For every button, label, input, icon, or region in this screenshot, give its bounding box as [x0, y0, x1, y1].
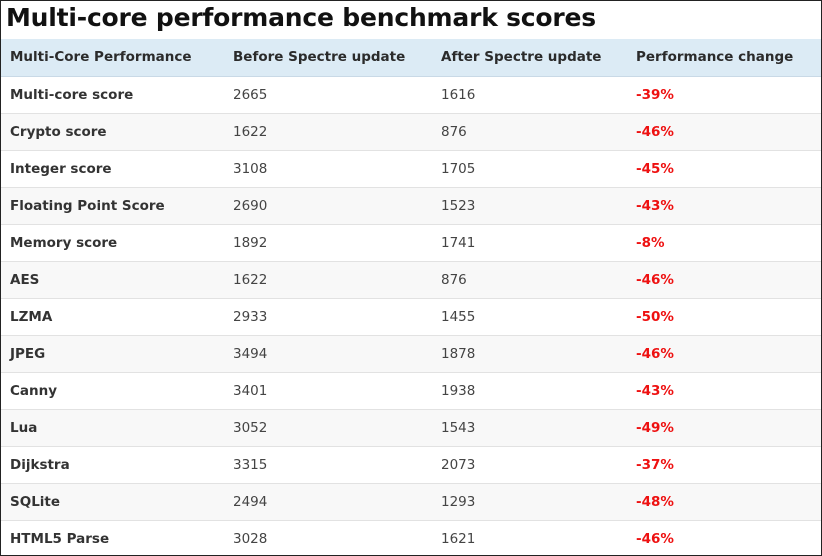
performance-change-cell: -48%: [636, 493, 674, 510]
after-score-cell: 2073: [441, 456, 476, 473]
performance-change-cell: -46%: [636, 271, 674, 288]
performance-change-cell: -50%: [636, 308, 674, 325]
page-frame: Multi-core performance benchmark scores …: [0, 0, 822, 556]
table-row: Memory score 1892 1741 -8%: [1, 224, 821, 261]
test-name-cell: Memory score: [10, 234, 118, 251]
after-score-cell: 1741: [441, 234, 476, 251]
after-score-cell: 1293: [441, 493, 476, 510]
before-score-cell: 2690: [233, 197, 268, 214]
table-row: Multi-core score 2665 1616 -39%: [1, 76, 821, 113]
before-score-cell: 3401: [233, 382, 268, 399]
test-name-cell: Crypto score: [10, 123, 107, 140]
before-score-cell: 1622: [233, 123, 268, 140]
performance-change-cell: -37%: [636, 456, 674, 473]
after-score-cell: 1621: [441, 530, 476, 547]
table-row: Floating Point Score 2690 1523 -43%: [1, 187, 821, 224]
table-row: Integer score 3108 1705 -45%: [1, 150, 821, 187]
after-score-cell: 1616: [441, 86, 476, 103]
performance-change-cell: -8%: [636, 234, 665, 251]
performance-change-cell: -46%: [636, 123, 674, 140]
table-row: Dijkstra 3315 2073 -37%: [1, 446, 821, 483]
table-row: Lua 3052 1543 -49%: [1, 409, 821, 446]
before-score-cell: 3108: [233, 160, 268, 177]
test-name-cell: AES: [10, 271, 40, 288]
after-score-cell: 1543: [441, 419, 476, 436]
after-score-cell: 1523: [441, 197, 476, 214]
page-title: Multi-core performance benchmark scores: [6, 3, 596, 32]
test-name-cell: Canny: [10, 382, 58, 399]
table-row: LZMA 2933 1455 -50%: [1, 298, 821, 335]
after-score-cell: 876: [441, 123, 467, 140]
table-row: SQLite 2494 1293 -48%: [1, 483, 821, 520]
performance-change-cell: -49%: [636, 419, 674, 436]
before-score-cell: 3052: [233, 419, 268, 436]
before-score-cell: 1892: [233, 234, 268, 251]
after-score-cell: 1455: [441, 308, 476, 325]
header-row: Multi-Core Performance Before Spectre up…: [1, 39, 821, 77]
test-name-cell: HTML5 Parse: [10, 530, 110, 547]
test-name-cell: Integer score: [10, 160, 112, 177]
before-score-cell: 2665: [233, 86, 268, 103]
table-header: Multi-Core Performance Before Spectre up…: [1, 39, 821, 77]
before-score-cell: 2494: [233, 493, 268, 510]
table-row: Canny 3401 1938 -43%: [1, 372, 821, 409]
test-name-cell: Dijkstra: [10, 456, 70, 473]
table-body: Multi-core score 2665 1616 -39% Crypto score…: [1, 76, 821, 555]
performance-change-cell: -46%: [636, 530, 674, 547]
column-header-test: Multi-Core Performance: [1, 39, 224, 77]
before-score-cell: 3315: [233, 456, 268, 473]
after-score-cell: 1938: [441, 382, 476, 399]
performance-change-cell: -45%: [636, 160, 674, 177]
after-score-cell: 1705: [441, 160, 476, 177]
column-header-after: After Spectre update: [432, 39, 627, 77]
after-score-cell: 1878: [441, 345, 476, 362]
column-header-change: Performance change: [627, 39, 821, 77]
before-score-cell: 2933: [233, 308, 268, 325]
test-name-cell: LZMA: [10, 308, 53, 325]
test-name-cell: SQLite: [10, 493, 61, 510]
before-score-cell: 1622: [233, 271, 268, 288]
column-header-before: Before Spectre update: [224, 39, 432, 77]
test-name-cell: Multi-core score: [10, 86, 134, 103]
before-score-cell: 3494: [233, 345, 268, 362]
before-score-cell: 3028: [233, 530, 268, 547]
after-score-cell: 876: [441, 271, 467, 288]
test-name-cell: Lua: [10, 419, 38, 436]
performance-change-cell: -43%: [636, 382, 674, 399]
performance-change-cell: -46%: [636, 345, 674, 362]
table-row: HTML5 Parse 3028 1621 -46%: [1, 520, 821, 555]
table-row: JPEG 3494 1878 -46%: [1, 335, 821, 372]
table-row: Crypto score 1622 876 -46%: [1, 113, 821, 150]
performance-change-cell: -43%: [636, 197, 674, 214]
table-row: AES 1622 876 -46%: [1, 261, 821, 298]
performance-change-cell: -39%: [636, 86, 674, 103]
test-name-cell: Floating Point Score: [10, 197, 165, 214]
benchmark-table: Multi-Core Performance Before Spectre up…: [1, 39, 821, 555]
test-name-cell: JPEG: [10, 345, 46, 362]
